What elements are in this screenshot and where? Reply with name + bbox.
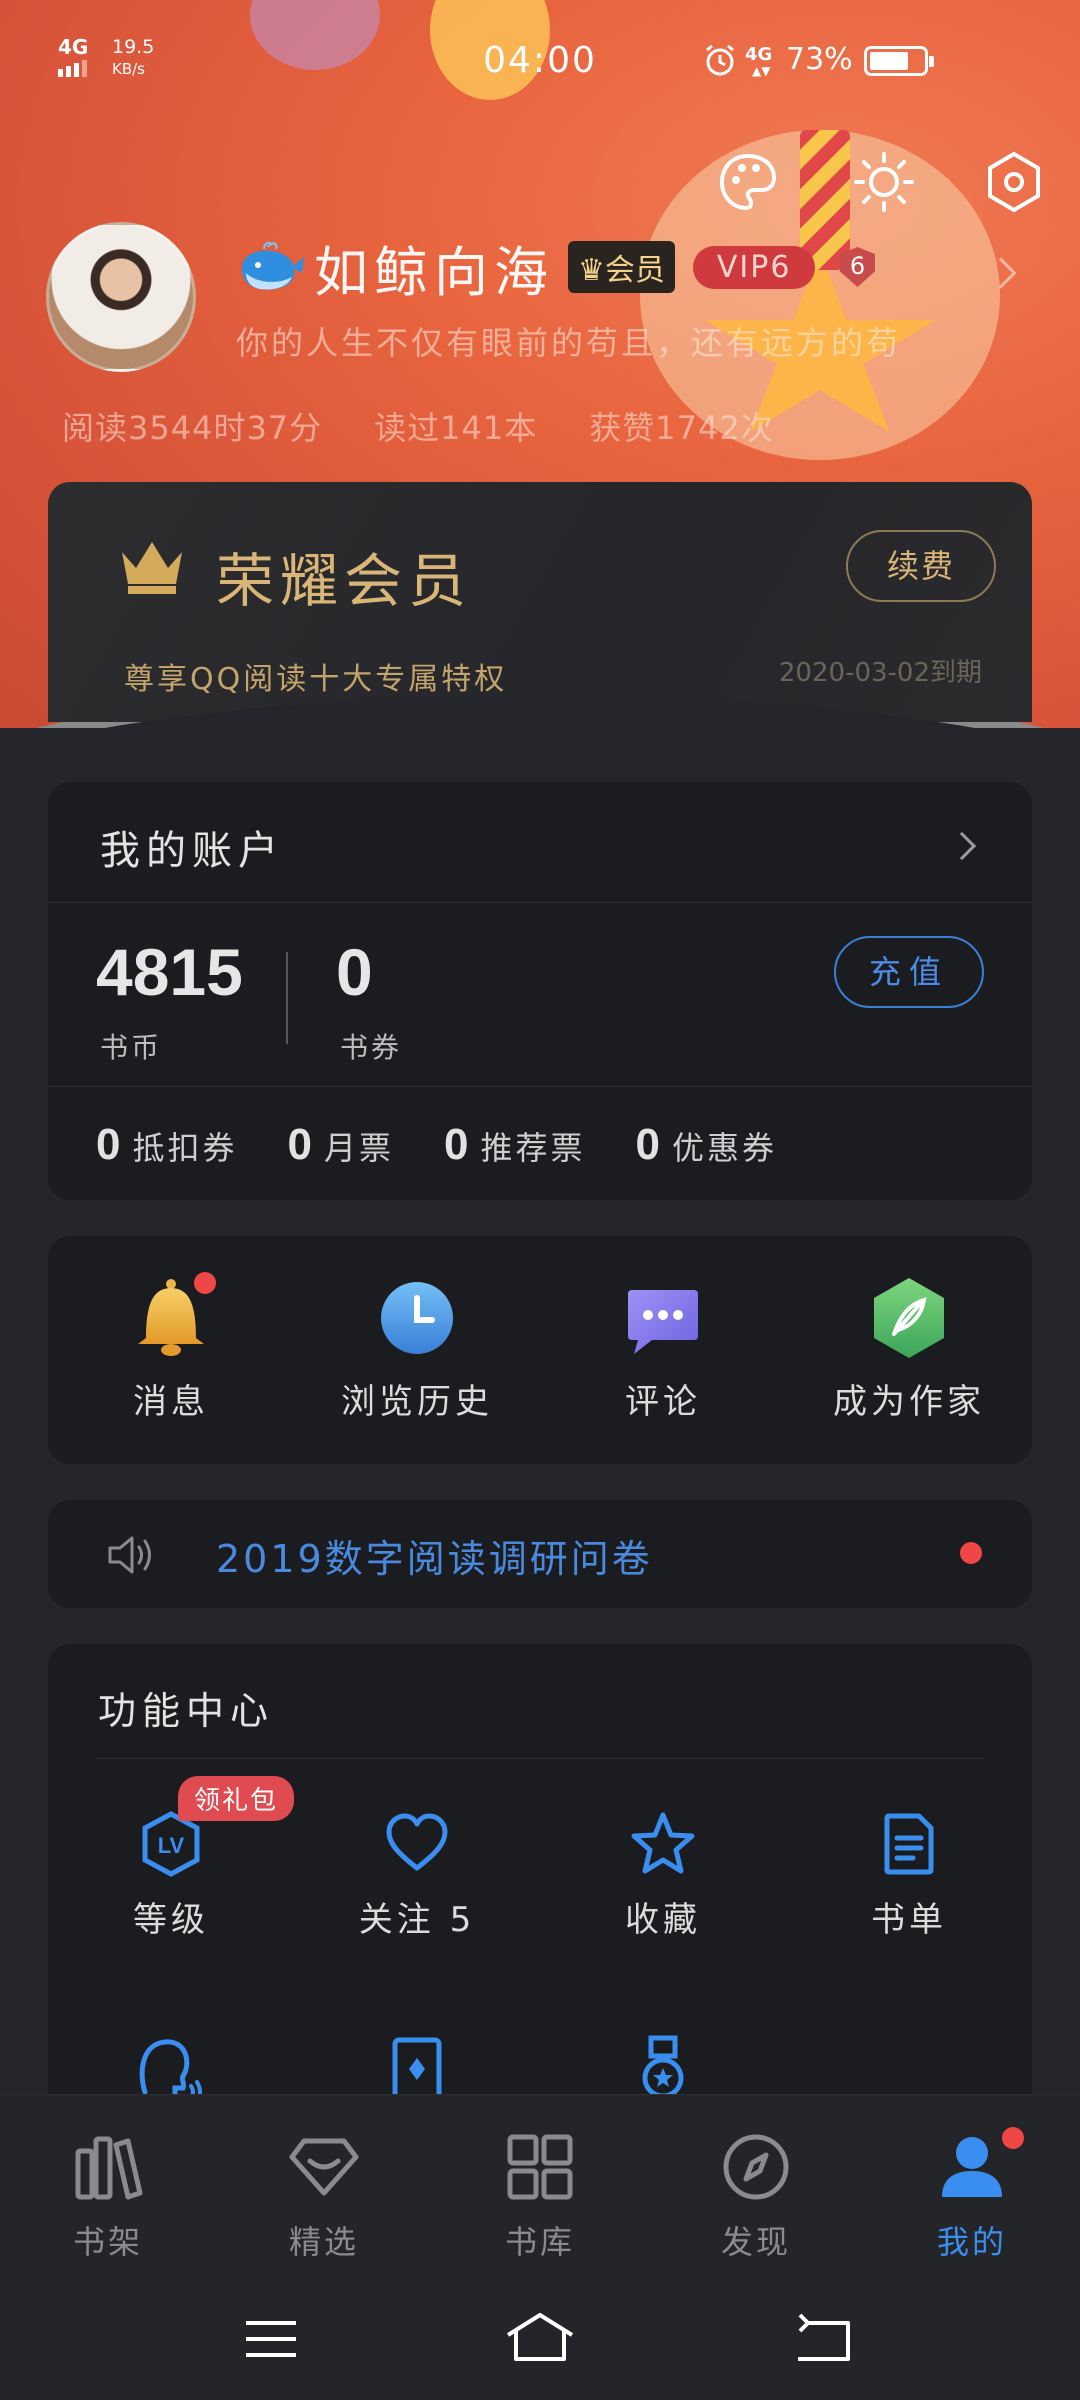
shortcut-become-writer[interactable]: 成为作家	[786, 1276, 1032, 1423]
battery-icon	[864, 46, 934, 76]
shortcuts-card: 消息 浏览历史 评论 成为作家	[48, 1236, 1032, 1464]
nav-discover[interactable]: 发现	[648, 2131, 864, 2263]
data-network: 4G	[745, 44, 773, 65]
divider	[48, 902, 1032, 903]
heart-icon	[386, 1813, 448, 1871]
home-icon[interactable]	[504, 2309, 576, 2365]
member-badge[interactable]: ♛会员	[568, 241, 675, 293]
chat-bubble-icon	[628, 1290, 698, 1354]
ticket-list: 0 抵扣券 0 月票 0 推荐票 0 优惠券	[96, 1120, 777, 1170]
unread-dot	[960, 1542, 982, 1564]
divider	[286, 952, 288, 1044]
survey-notice-text: 2019数字阅读调研问卷	[216, 1537, 653, 1581]
account-title[interactable]: 我的账户	[100, 818, 284, 876]
nav-me[interactable]: 我的	[864, 2127, 1080, 2263]
crown-icon	[122, 542, 182, 594]
ticket-monthly[interactable]: 0 月票	[288, 1120, 395, 1170]
back-icon[interactable]	[792, 2313, 852, 2363]
crown-icon: ♛	[578, 253, 605, 288]
survey-notice[interactable]: 2019数字阅读调研问卷	[48, 1500, 1032, 1608]
gift-badge[interactable]: 领礼包	[178, 1776, 295, 1821]
feature-follow[interactable]: 关注 5	[294, 1810, 540, 1941]
books-read: 读过141本	[374, 409, 538, 447]
unread-dot	[1002, 2127, 1024, 2149]
user-icon	[942, 2137, 1002, 2197]
profile-header[interactable]: 如鲸向海 ♛会员 VIP6 6	[236, 232, 876, 304]
vip-card-subtitle: 尊享QQ阅读十大专属特权	[124, 662, 508, 697]
read-time: 阅读3544时37分	[62, 409, 323, 447]
grid-icon	[507, 2134, 573, 2200]
feather-icon	[874, 1278, 944, 1358]
ticket-coupon[interactable]: 0 优惠券	[636, 1120, 778, 1170]
voice-icon	[139, 2039, 202, 2102]
feature-favorites[interactable]: 收藏	[540, 1810, 786, 1941]
speaker-icon	[108, 1536, 151, 1574]
alarm-icon	[706, 44, 734, 76]
booklist-icon	[884, 1813, 934, 1875]
feature-card[interactable]	[294, 2034, 540, 2102]
star-icon	[631, 1812, 695, 1874]
battery-fill	[870, 52, 908, 70]
renew-button[interactable]: 续费	[846, 530, 996, 602]
shortcut-comments[interactable]: 评论	[540, 1276, 786, 1423]
medal-icon	[642, 2035, 684, 2099]
feature-medal[interactable]	[540, 2034, 786, 2102]
status-bar: 4G 19.5 KB/s 04:00 4G ▲▼ 73%	[0, 0, 1080, 120]
nav-bookshelf[interactable]: 书架	[0, 2131, 216, 2263]
likes-count: 获赞1742次	[589, 409, 774, 447]
divider	[48, 1086, 1032, 1087]
bottom-bar: 书架 精选 书库 发现 我的	[0, 2094, 1080, 2400]
ticket-deduction[interactable]: 0 抵扣券	[96, 1120, 238, 1170]
palette-icon[interactable]	[716, 150, 780, 214]
level-badge[interactable]: 6	[839, 247, 876, 287]
whale-icon	[242, 241, 304, 290]
vouchers-label: 书券	[340, 1031, 403, 1064]
coins-value[interactable]: 4815	[96, 934, 243, 1010]
unread-dot	[194, 1272, 216, 1294]
user-bio: 你的人生不仅有眼前的苟且，还有远方的苟	[236, 324, 902, 362]
ticket-recommend[interactable]: 0 推荐票	[444, 1120, 586, 1170]
features-title: 功能中心	[98, 1689, 275, 1733]
feature-level[interactable]: 领礼包 LV 等级	[48, 1776, 295, 1941]
reading-stats: 阅读3544时37分 读过141本 获赞1742次	[62, 403, 774, 449]
menu-icon[interactable]	[244, 2317, 298, 2361]
divider	[96, 1758, 984, 1759]
bookshelf-icon	[75, 2136, 143, 2200]
recharge-button[interactable]: 充值	[834, 936, 984, 1008]
vip-expire-date: 2020-03-02到期	[778, 658, 982, 688]
chevron-right-icon[interactable]	[947, 831, 977, 861]
vouchers-value[interactable]: 0	[336, 934, 373, 1010]
account-card: 我的账户 4815 书币 0 书券 充值 0 抵扣券 0 月票 0 推荐票 0 优惠券	[48, 782, 1032, 1200]
vip-card-title: 荣耀会员	[216, 547, 473, 615]
avatar[interactable]	[46, 222, 196, 372]
compass-icon	[723, 2134, 789, 2200]
data-arrows-icon: ▲▼	[752, 64, 771, 78]
vip-badge[interactable]: VIP6	[692, 245, 816, 289]
coins-label: 书币	[100, 1031, 163, 1064]
feature-booklist[interactable]: 书单	[786, 1810, 1032, 1941]
diamond-icon	[289, 2138, 359, 2196]
username: 如鲸向海	[314, 240, 554, 304]
brightness-icon[interactable]	[852, 150, 916, 214]
card-icon	[392, 2037, 442, 2101]
system-nav-bar	[0, 2295, 1080, 2395]
nav-library[interactable]: 书库	[432, 2131, 648, 2263]
clock-icon	[381, 1282, 453, 1354]
settings-hex-icon[interactable]	[982, 150, 1046, 214]
profile-banner: 4G 19.5 KB/s 04:00 4G ▲▼ 73% 如鲸向海 ♛会员 VI…	[0, 0, 1080, 728]
feature-voice[interactable]	[48, 2034, 294, 2102]
svg-text:LV: LV	[158, 1833, 185, 1858]
shortcut-history[interactable]: 浏览历史	[294, 1276, 540, 1423]
bottom-nav: 书架 精选 书库 发现 我的	[0, 2127, 1080, 2263]
battery-percent: 73%	[786, 42, 853, 77]
nav-featured[interactable]: 精选	[216, 2131, 432, 2263]
vip-card[interactable]: 荣耀会员 续费 尊享QQ阅读十大专属特权 2020-03-02到期	[48, 482, 1032, 722]
shortcut-messages[interactable]: 消息	[48, 1272, 294, 1423]
